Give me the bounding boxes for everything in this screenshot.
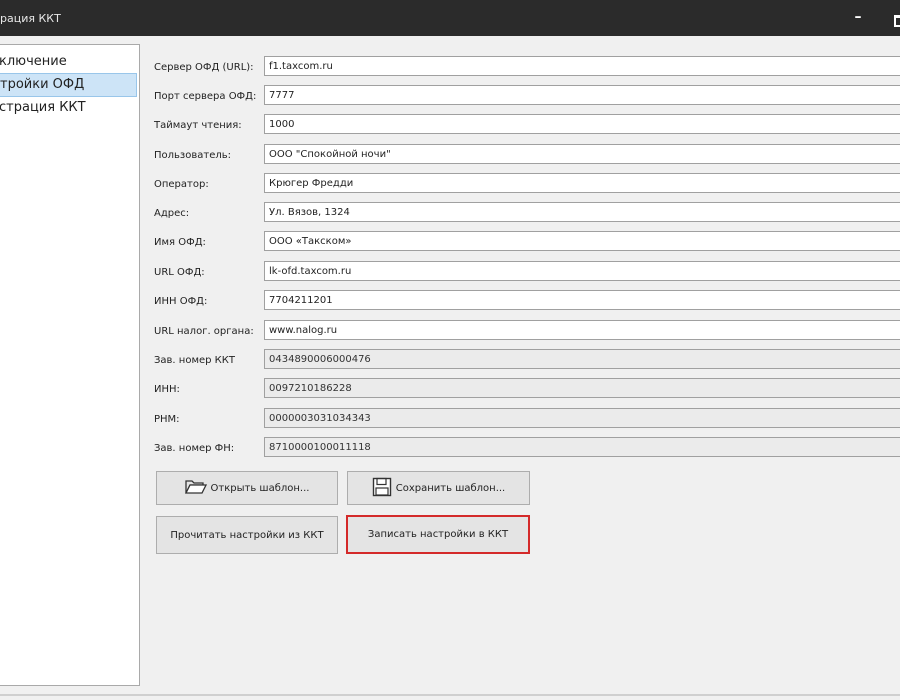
write-settings-label: Записать настройки в ККТ: [367, 529, 509, 540]
folder-open-icon: [184, 479, 207, 498]
read-settings-label: Прочитать настройки из ККТ: [170, 529, 324, 541]
fn-serial-field: 8710000100011118: [264, 437, 900, 457]
server-port-input[interactable]: 7777: [264, 85, 900, 105]
field-label: URL ОФД:: [154, 267, 205, 278]
field-label: Порт сервера ОФД:: [154, 91, 257, 102]
sidebar-item-ofd-settings[interactable]: тройки ОФД: [0, 73, 137, 97]
tax-authority-url-input[interactable]: www.nalog.ru: [264, 320, 900, 340]
field-label: Адрес:: [154, 208, 190, 219]
minimize-button[interactable]: –: [846, 8, 870, 28]
field-label: ИНН:: [154, 384, 180, 395]
field-label: Таймаут чтения:: [154, 120, 242, 131]
write-settings-button[interactable]: Записать настройки в ККТ: [346, 515, 530, 554]
window-title: рация ККТ: [0, 12, 61, 25]
field-label: РНМ:: [154, 414, 180, 425]
field-label: Зав. номер ККТ: [154, 355, 235, 366]
server-url-input[interactable]: f1.taxcom.ru: [264, 56, 900, 76]
window-bottom-border: [0, 694, 900, 696]
user-input[interactable]: ООО "Спокойной ночи": [264, 144, 900, 164]
maximize-icon: [894, 15, 900, 27]
ofd-name-input[interactable]: ООО «Такском»: [264, 231, 900, 251]
field-label: URL налог. органа:: [154, 326, 254, 337]
floppy-disk-icon: [372, 477, 392, 500]
address-input[interactable]: Ул. Вязов, 1324: [264, 202, 900, 222]
field-label: Оператор:: [154, 179, 209, 190]
title-bar: рация ККТ –: [0, 0, 900, 36]
ofd-inn-input[interactable]: 7704211201: [264, 290, 900, 310]
field-label: Зав. номер ФН:: [154, 443, 235, 454]
save-template-label: Сохранить шаблон...: [395, 482, 506, 494]
field-label: Пользователь:: [154, 150, 232, 161]
maximize-button[interactable]: [884, 8, 900, 28]
field-label: Имя ОФД:: [154, 237, 206, 248]
read-settings-button[interactable]: Прочитать настройки из ККТ: [156, 516, 338, 554]
sidebar-item-kkt-registration[interactable]: страция ККТ: [0, 97, 139, 119]
open-template-button[interactable]: Открыть шаблон...: [156, 471, 338, 505]
rnm-field: 0000003031034343: [264, 408, 900, 428]
field-label: Сервер ОФД (URL):: [154, 62, 254, 73]
save-template-button[interactable]: Сохранить шаблон...: [347, 471, 530, 505]
field-label: ИНН ОФД:: [154, 296, 208, 307]
sidebar: ключение тройки ОФД страция ККТ: [0, 44, 140, 686]
open-template-label: Открыть шаблон...: [210, 482, 310, 494]
operator-input[interactable]: Крюгер Фредди: [264, 173, 900, 193]
read-timeout-input[interactable]: 1000: [264, 114, 900, 134]
ofd-url-input[interactable]: lk-ofd.taxcom.ru: [264, 261, 900, 281]
kkt-serial-field: 0434890006000476: [264, 349, 900, 369]
inn-field: 0097210186228: [264, 378, 900, 398]
sidebar-item-connection[interactable]: ключение: [0, 51, 139, 73]
